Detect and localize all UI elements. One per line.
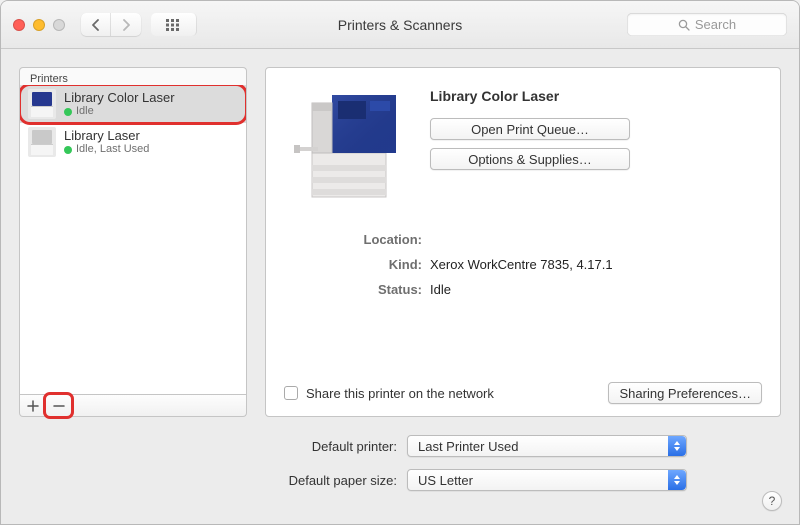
location-label: Location: bbox=[302, 232, 422, 247]
printer-name: Library Laser bbox=[64, 128, 149, 144]
remove-printer-button[interactable] bbox=[46, 395, 72, 416]
printer-info-table: Location: Kind: Xerox WorkCentre 7835, 4… bbox=[284, 232, 762, 297]
chevron-right-icon bbox=[121, 19, 131, 31]
default-paper-size-label: Default paper size: bbox=[267, 473, 397, 488]
help-button[interactable]: ? bbox=[762, 491, 782, 511]
share-printer-label: Share this printer on the network bbox=[306, 386, 494, 401]
status-dot-icon bbox=[64, 108, 72, 116]
window-controls bbox=[13, 19, 65, 31]
status-label: Status: bbox=[302, 282, 422, 297]
share-printer-checkbox[interactable] bbox=[284, 386, 298, 400]
default-paper-size-value: US Letter bbox=[418, 473, 473, 488]
back-button[interactable] bbox=[81, 13, 111, 36]
status-dot-icon bbox=[64, 146, 72, 154]
zoom-window-button bbox=[53, 19, 65, 31]
chevron-left-icon bbox=[91, 19, 101, 31]
plus-icon bbox=[27, 400, 39, 412]
minimize-window-button[interactable] bbox=[33, 19, 45, 31]
search-field[interactable]: Search bbox=[627, 13, 787, 36]
status-value: Idle bbox=[430, 282, 762, 297]
sidebar-header: Printers bbox=[19, 67, 247, 85]
close-window-button[interactable] bbox=[13, 19, 25, 31]
show-all-button[interactable] bbox=[151, 13, 197, 36]
printer-icon bbox=[28, 127, 56, 157]
printer-status: Idle bbox=[76, 105, 94, 118]
printer-detail-panel: Library Color Laser Open Print Queue… Op… bbox=[265, 67, 781, 417]
nav-group bbox=[81, 13, 141, 36]
sidebar-footer bbox=[19, 395, 247, 417]
select-stepper-icon bbox=[668, 470, 686, 490]
options-supplies-button[interactable]: Options & Supplies… bbox=[430, 148, 630, 170]
default-printer-label: Default printer: bbox=[267, 439, 397, 454]
sharing-preferences-button[interactable]: Sharing Preferences… bbox=[608, 382, 762, 404]
default-printer-value: Last Printer Used bbox=[418, 439, 518, 454]
forward-button[interactable] bbox=[111, 13, 141, 36]
search-icon bbox=[678, 19, 690, 31]
minus-icon bbox=[53, 400, 65, 412]
kind-label: Kind: bbox=[302, 257, 422, 272]
search-placeholder: Search bbox=[695, 17, 736, 32]
grid-icon bbox=[166, 19, 182, 31]
default-printer-select[interactable]: Last Printer Used bbox=[407, 435, 687, 457]
kind-value: Xerox WorkCentre 7835, 4.17.1 bbox=[430, 257, 762, 272]
window-title: Printers & Scanners bbox=[338, 17, 463, 33]
add-printer-button[interactable] bbox=[20, 395, 46, 416]
titlebar: Printers & Scanners Search bbox=[1, 1, 799, 49]
printers-sidebar: Printers Library Color Laser Idle Li bbox=[19, 67, 247, 417]
defaults-section: Default printer: Last Printer Used Defau… bbox=[19, 435, 781, 491]
default-paper-size-select[interactable]: US Letter bbox=[407, 469, 687, 491]
location-value bbox=[430, 232, 762, 247]
printer-row-library-laser[interactable]: Library Laser Idle, Last Used bbox=[20, 123, 246, 161]
printer-illustration bbox=[284, 86, 412, 206]
select-stepper-icon bbox=[668, 436, 686, 456]
open-print-queue-button[interactable]: Open Print Queue… bbox=[430, 118, 630, 140]
printer-name: Library Color Laser bbox=[64, 90, 175, 106]
printers-list: Library Color Laser Idle Library Laser I… bbox=[19, 85, 247, 395]
content-area: Printers Library Color Laser Idle Li bbox=[1, 49, 799, 524]
prefs-window: Printers & Scanners Search Printers Libr… bbox=[0, 0, 800, 525]
printer-status: Idle, Last Used bbox=[76, 143, 149, 156]
printer-row-library-color-laser[interactable]: Library Color Laser Idle bbox=[20, 85, 246, 123]
detail-title: Library Color Laser bbox=[430, 88, 762, 104]
printer-icon bbox=[28, 89, 56, 119]
